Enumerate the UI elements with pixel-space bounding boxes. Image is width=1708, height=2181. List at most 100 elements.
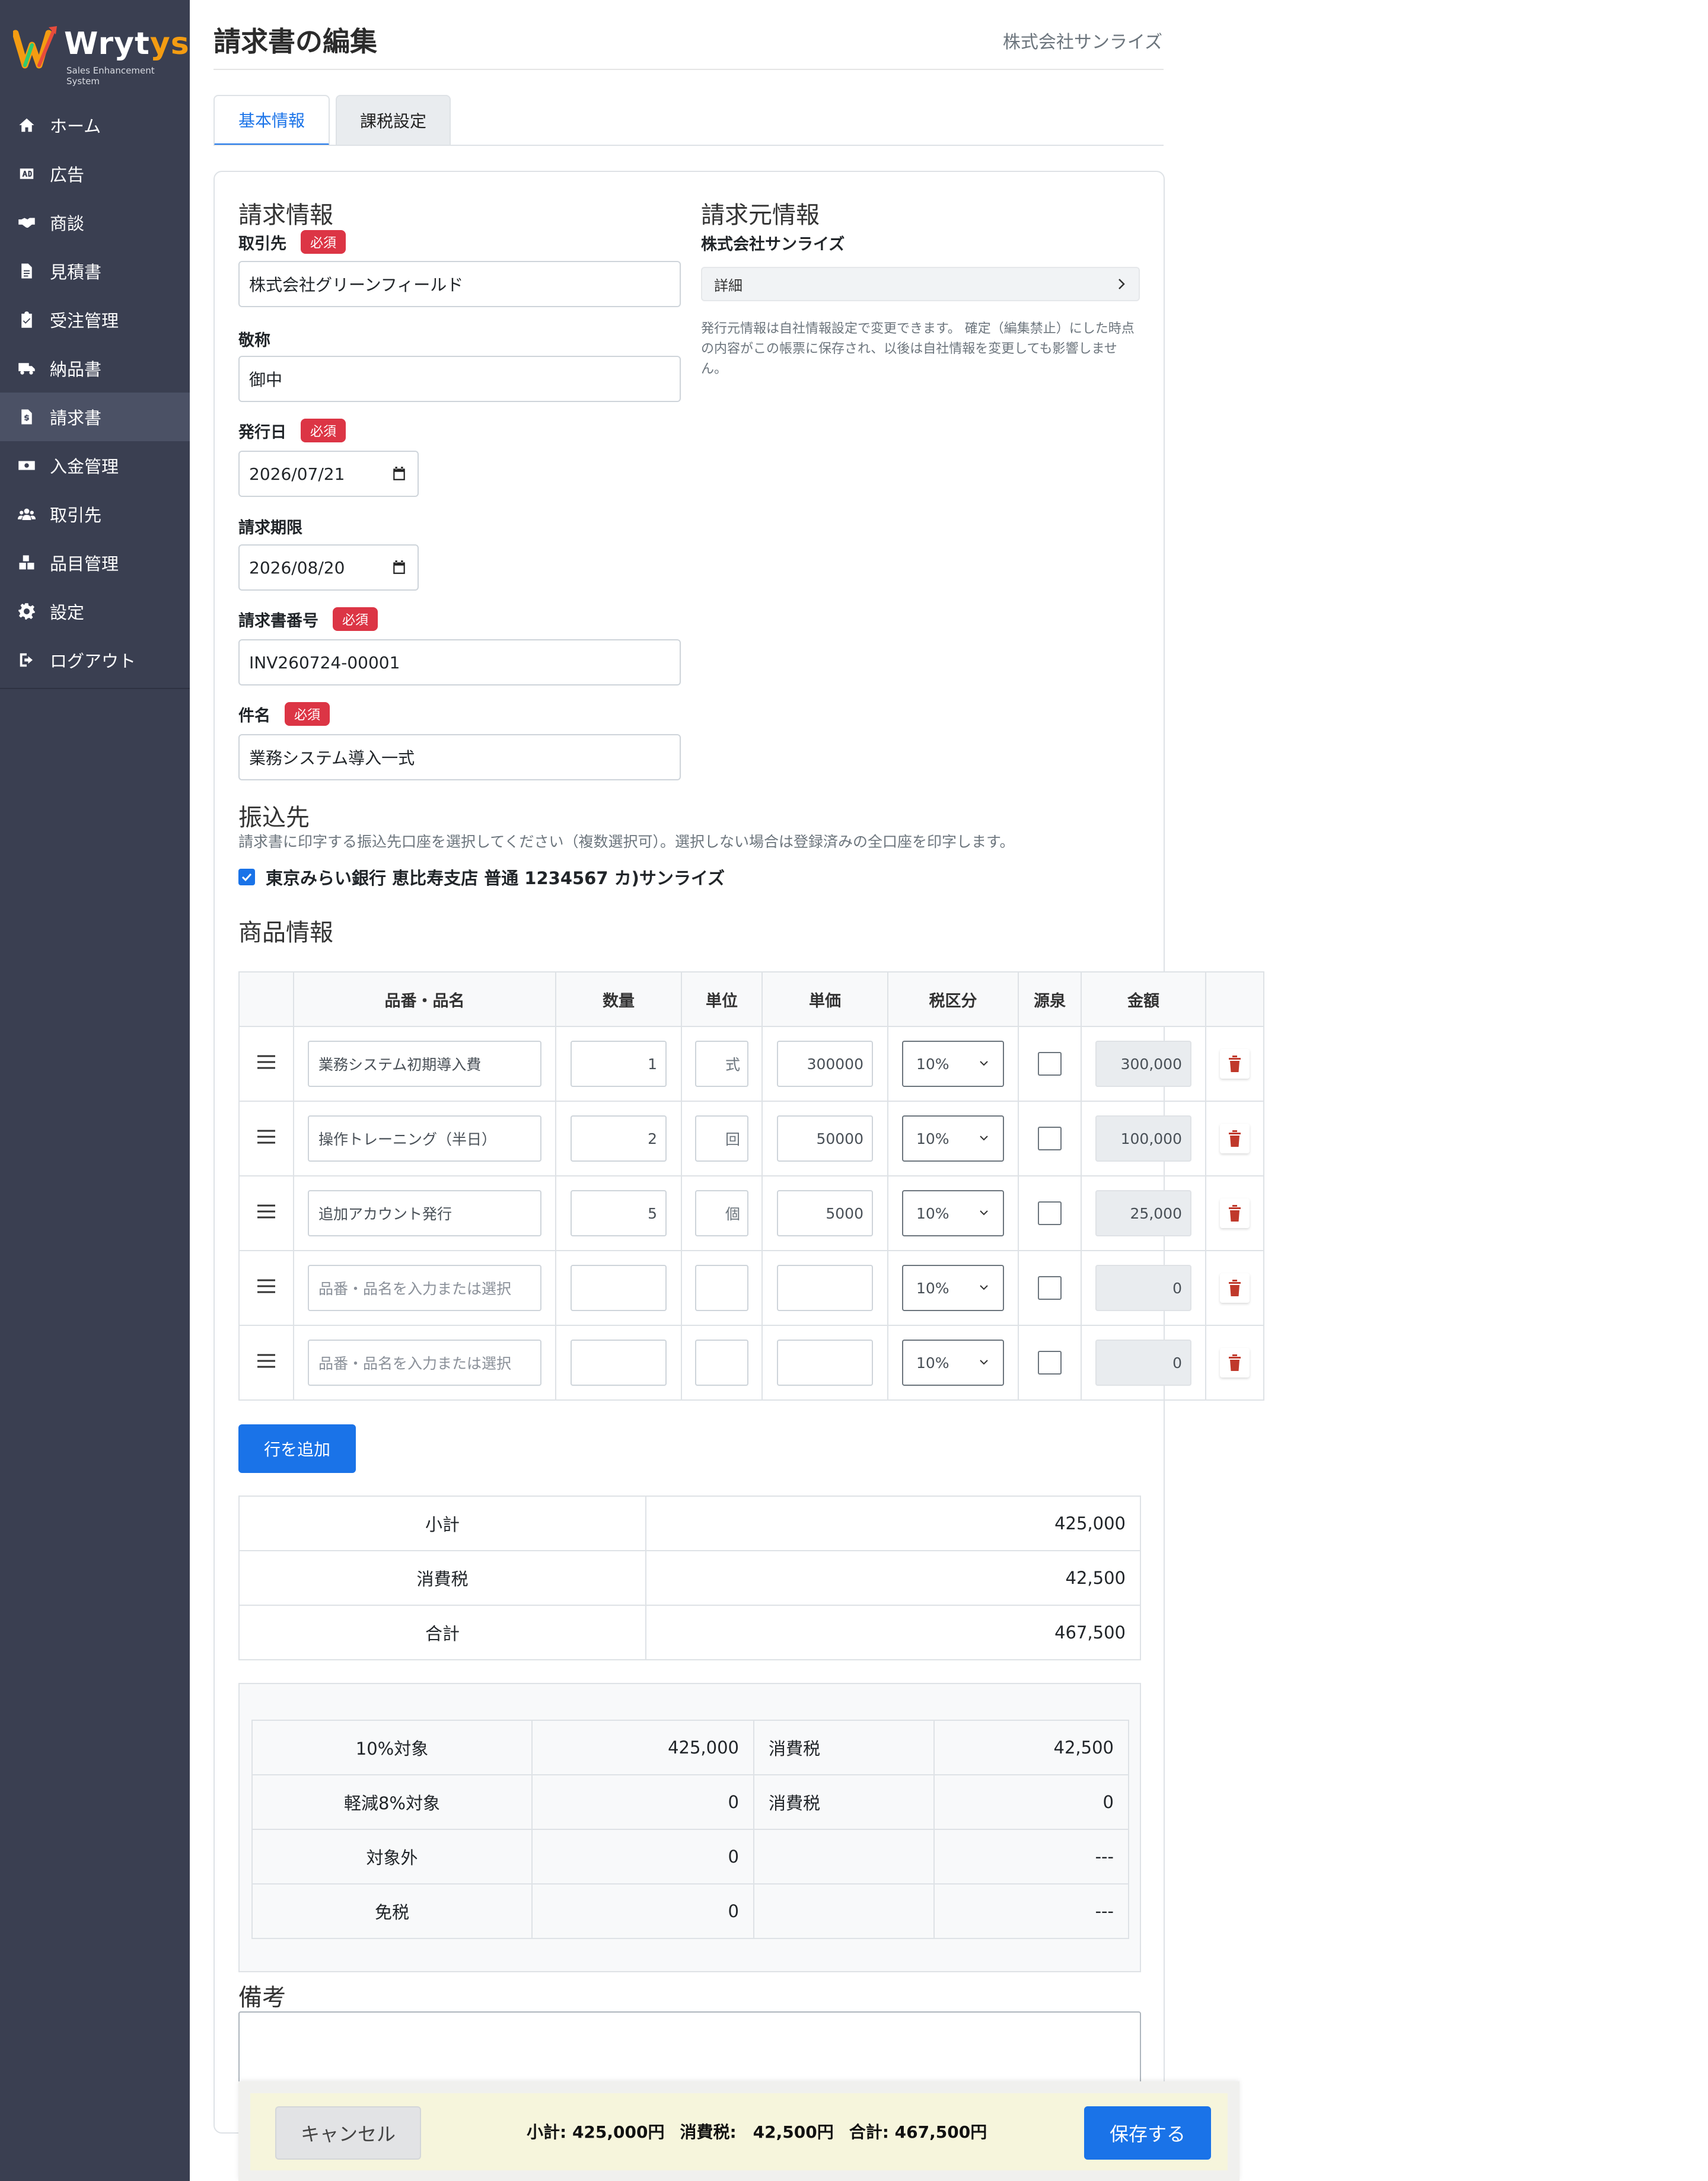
chevron-down-icon	[978, 1280, 990, 1297]
tax-category-select[interactable]: 10%	[902, 1041, 1004, 1087]
tax-category-select[interactable]: 10%	[902, 1115, 1004, 1162]
tax-row-tax: 42,500	[933, 1720, 1129, 1775]
item-name-input[interactable]: 業務システム初期導入費	[308, 1041, 541, 1087]
drag-handle-icon[interactable]	[256, 1055, 276, 1074]
due-date-input[interactable]: 2026/08/20	[238, 544, 419, 591]
quantity-input[interactable]	[571, 1265, 667, 1311]
tax-category-select[interactable]: 10%	[902, 1190, 1004, 1236]
unit-price-input[interactable]: 50000	[777, 1115, 873, 1162]
drag-handle-icon[interactable]	[256, 1354, 276, 1373]
calendar-icon[interactable]	[391, 560, 407, 575]
honorific-input[interactable]: 御中	[238, 356, 681, 402]
drag-handle-icon[interactable]	[256, 1204, 276, 1224]
sidebar-item-deals[interactable]: 商談	[0, 198, 190, 247]
cancel-button[interactable]: キャンセル	[275, 2106, 421, 2160]
withholding-checkbox[interactable]	[1038, 1351, 1062, 1375]
unit-price-input[interactable]: 5000	[777, 1190, 873, 1236]
drag-handle-icon[interactable]	[256, 1130, 276, 1149]
client-input[interactable]: 株式会社グリーンフィールド	[238, 261, 681, 307]
sidebar-item-settings[interactable]: 設定	[0, 587, 190, 636]
unit-price-input[interactable]: 300000	[777, 1041, 873, 1087]
withholding-checkbox[interactable]	[1038, 1201, 1062, 1225]
unit-input[interactable]: 回	[695, 1115, 748, 1162]
amount-cell: 0	[1081, 1325, 1206, 1401]
delete-row-button[interactable]	[1220, 1198, 1250, 1228]
subject-input[interactable]: 業務システム導入一式	[238, 734, 681, 780]
unit-input[interactable]: 式	[695, 1041, 748, 1087]
quantity-input[interactable]	[571, 1340, 667, 1386]
sidebar-item-delivery[interactable]: 納品書	[0, 344, 190, 393]
amount-cell: 100,000	[1081, 1101, 1206, 1176]
drag-handle-cell[interactable]	[238, 1026, 294, 1102]
withholding-checkbox[interactable]	[1038, 1127, 1062, 1150]
unit-input[interactable]	[695, 1265, 748, 1311]
delete-cell	[1205, 1026, 1264, 1102]
sidebar-item-payments[interactable]: 入金管理	[0, 441, 190, 490]
sidebar-item-home[interactable]: ホーム	[0, 101, 190, 149]
tab-tax-settings[interactable]: 課税設定	[336, 95, 451, 146]
sidebar-item-products[interactable]: 品目管理	[0, 538, 190, 587]
issuer-details-toggle[interactable]: 詳細	[701, 267, 1140, 301]
sidebar-item-label: 設定	[50, 602, 85, 623]
item-name-input[interactable]: 追加アカウント発行	[308, 1190, 541, 1236]
unit-input[interactable]: 個	[695, 1190, 748, 1236]
quantity-input[interactable]: 2	[571, 1115, 667, 1162]
add-row-button[interactable]: 行を追加	[238, 1424, 356, 1473]
drag-handle-icon[interactable]	[256, 1279, 276, 1299]
unit-input[interactable]	[695, 1340, 748, 1386]
delete-row-button[interactable]	[1220, 1348, 1250, 1378]
item-name-input[interactable]: 操作トレーニング（半日）	[308, 1115, 541, 1162]
sidebar-item-ads[interactable]: 広告	[0, 149, 190, 198]
footer-summary: 小計: 425,000円 消費税: 42,500円 合計: 467,500円	[527, 2119, 1002, 2143]
checkbox-checked-icon[interactable]	[238, 869, 255, 885]
quantity-input[interactable]: 5	[571, 1190, 667, 1236]
withholding-checkbox[interactable]	[1038, 1276, 1062, 1300]
delete-row-button[interactable]	[1220, 1273, 1250, 1303]
sidebar-item-orders[interactable]: 受注管理	[0, 295, 190, 344]
delete-row-button[interactable]	[1220, 1049, 1250, 1079]
unit-price-cell	[761, 1325, 888, 1401]
quantity-cell	[555, 1250, 682, 1326]
client-label: 取引先 必須	[238, 230, 346, 254]
drag-handle-cell[interactable]	[238, 1175, 294, 1251]
tax-category-select[interactable]: 10%	[902, 1340, 1004, 1386]
sidebar-item-invoices[interactable]: 請求書	[0, 393, 190, 441]
issue-date-input[interactable]: 2026/07/21	[238, 451, 419, 497]
sidebar-item-quotes[interactable]: 見積書	[0, 247, 190, 295]
unit-cell	[681, 1325, 763, 1401]
unit-price-input[interactable]	[777, 1265, 873, 1311]
delete-row-button[interactable]	[1220, 1124, 1250, 1153]
tax-category-cell: 10%	[887, 1250, 1019, 1326]
trash-icon	[1228, 1204, 1242, 1222]
amount-value: 0	[1095, 1265, 1191, 1311]
tax-category-select[interactable]: 10%	[902, 1265, 1004, 1311]
sidebar-item-label: 取引先	[50, 505, 102, 525]
app-logo[interactable]: Wrytys Sales Enhancement System	[12, 21, 189, 87]
table-row: 小計 425,000	[238, 1496, 1141, 1551]
bank-account-checkbox[interactable]: 東京みらい銀行 恵比寿支店 普通 1234567 カ)サンライズ	[238, 865, 725, 889]
drag-handle-cell[interactable]	[238, 1250, 294, 1326]
unit-price-cell: 50000	[761, 1101, 888, 1176]
totals-table: 小計 425,000 消費税 42,500 合計 467,500	[238, 1496, 1141, 1660]
save-button[interactable]: 保存する	[1084, 2106, 1211, 2160]
sidebar-item-clients[interactable]: 取引先	[0, 490, 190, 538]
required-badge: 必須	[301, 230, 346, 254]
logo-w-icon	[13, 26, 57, 69]
sidebar-item-logout[interactable]: ログアウト	[0, 636, 190, 684]
footer-subtotal: 小計: 425,000円	[527, 2122, 665, 2142]
item-name-input[interactable]: 品番・品名を入力または選択	[308, 1340, 541, 1386]
drag-handle-cell[interactable]	[238, 1101, 294, 1176]
withholding-checkbox[interactable]	[1038, 1052, 1062, 1076]
item-name-input[interactable]: 品番・品名を入力または選択	[308, 1265, 541, 1311]
calendar-icon[interactable]	[391, 466, 407, 482]
table-row: 消費税 42,500	[238, 1550, 1141, 1606]
header-unit: 単位	[681, 971, 763, 1027]
logo-subtitle: Sales Enhancement System	[66, 65, 155, 87]
quantity-input[interactable]: 1	[571, 1041, 667, 1087]
total-value: 467,500	[645, 1605, 1141, 1660]
tab-basic-info[interactable]: 基本情報	[214, 95, 330, 146]
drag-handle-cell[interactable]	[238, 1325, 294, 1401]
issuer-note: 発行元情報は自社情報設定で変更できます。 確定（編集禁止）にした時点の内容がこの…	[701, 321, 1135, 377]
invoice-number-input[interactable]: INV260724-00001	[238, 639, 681, 685]
unit-price-input[interactable]	[777, 1340, 873, 1386]
